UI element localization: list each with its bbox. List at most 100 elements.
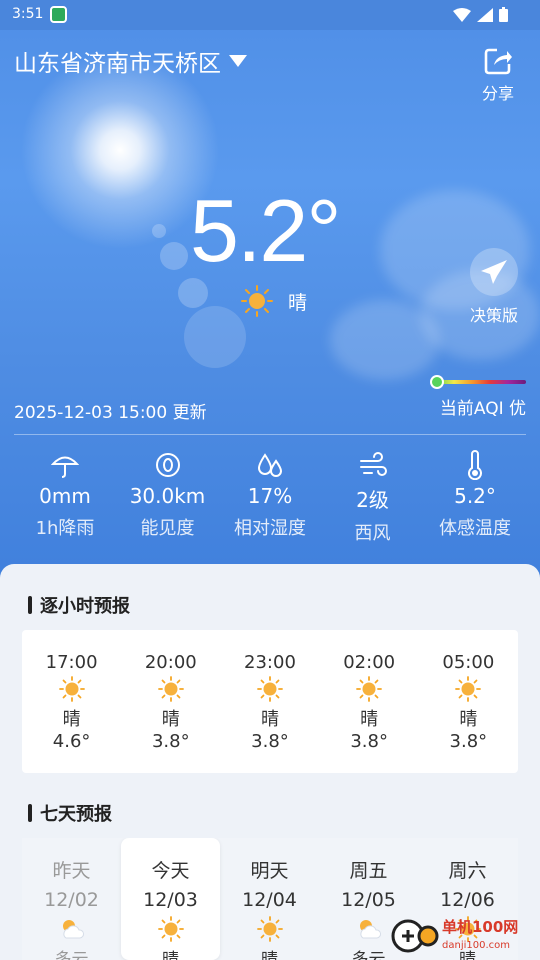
hourly-item: 17:00 晴 4.6° bbox=[27, 652, 117, 773]
metric-label: 体感温度 bbox=[439, 518, 511, 539]
sun-icon bbox=[241, 285, 273, 317]
day-item-today[interactable]: 今天 12/03 晴 bbox=[121, 838, 220, 960]
hour-temp: 3.8° bbox=[350, 731, 388, 752]
watermark-logo-icon bbox=[391, 919, 439, 953]
sun-icon bbox=[256, 916, 283, 942]
hour-temp: 3.8° bbox=[151, 731, 190, 752]
aqi-label: 当前AQI 优 bbox=[439, 399, 526, 419]
day-name: 昨天 bbox=[52, 860, 91, 882]
metric-value: 5.2° bbox=[454, 484, 496, 508]
condition-label: 晴 bbox=[288, 291, 308, 314]
leaf-icon bbox=[430, 375, 444, 389]
status-bar: 3:51 bbox=[0, 0, 540, 30]
metric-feels-like: 5.2° 体感温度 bbox=[424, 450, 526, 545]
thermometer-icon bbox=[468, 450, 482, 480]
metric-rain: 0mm 1h降雨 bbox=[14, 450, 116, 545]
hour-condition: 晴 bbox=[62, 709, 81, 730]
update-time: 2025-12-03 15:00 更新 bbox=[14, 403, 207, 423]
metric-humidity: 17% 相对湿度 bbox=[219, 450, 321, 545]
day-item-yesterday[interactable]: 昨天 12/02 多云 bbox=[22, 838, 121, 960]
day-name: 今天 bbox=[151, 860, 190, 882]
day-name: 周五 bbox=[349, 860, 388, 882]
umbrella-icon bbox=[51, 456, 79, 478]
day-date: 12/05 bbox=[341, 889, 396, 911]
hourly-item: 02:00 晴 3.8° bbox=[324, 652, 414, 773]
sun-icon bbox=[157, 916, 184, 942]
lens-flare bbox=[184, 306, 246, 368]
day-condition: 多云 bbox=[54, 950, 89, 960]
wifi-icon bbox=[453, 7, 471, 22]
day-condition: 晴 bbox=[162, 950, 179, 960]
lens-flare bbox=[178, 278, 208, 308]
metrics-row: 0mm 1h降雨 30.0km 能见度 17% 相对湿度 2级 西风 5.2° … bbox=[14, 450, 526, 545]
sun-icon bbox=[257, 676, 283, 702]
day-condition: 晴 bbox=[261, 950, 278, 960]
metric-value: 2级 bbox=[356, 488, 389, 512]
metric-value: 0mm bbox=[39, 484, 91, 508]
day-name: 明天 bbox=[250, 860, 289, 882]
day-date: 12/04 bbox=[242, 889, 297, 911]
signal-icon bbox=[477, 7, 493, 22]
decision-version-button[interactable]: 决策版 bbox=[469, 248, 518, 326]
title-marker bbox=[28, 804, 32, 822]
hourly-title: 逐小时预报 bbox=[40, 596, 130, 617]
water-drops-icon bbox=[257, 453, 283, 477]
partly-cloudy-icon bbox=[62, 920, 84, 939]
wind-icon bbox=[359, 452, 387, 476]
hour-temp: 3.8° bbox=[449, 731, 488, 752]
eye-icon bbox=[155, 453, 180, 477]
metric-label: 相对湿度 bbox=[234, 518, 306, 539]
share-icon bbox=[484, 48, 512, 75]
hourly-section-title: 逐小时预报 bbox=[28, 592, 130, 618]
metric-label: 西风 bbox=[354, 523, 391, 544]
hourly-item: 20:00 晴 3.8° bbox=[126, 652, 216, 773]
day-date: 12/06 bbox=[440, 889, 495, 911]
hour-condition: 晴 bbox=[260, 709, 279, 730]
location-selector[interactable]: 山东省济南市天桥区 bbox=[14, 44, 247, 78]
watermark-site: danji100.com bbox=[442, 940, 510, 951]
divider bbox=[14, 434, 526, 435]
metric-visibility: 30.0km 能见度 bbox=[117, 450, 219, 545]
metric-value: 17% bbox=[247, 484, 293, 508]
share-label: 分享 bbox=[481, 84, 514, 103]
sun-icon bbox=[58, 676, 85, 702]
weekly-title: 七天预报 bbox=[40, 804, 112, 825]
battery-icon bbox=[499, 7, 508, 22]
decision-label: 决策版 bbox=[469, 306, 518, 325]
aqi-indicator[interactable]: 当前AQI 优 bbox=[430, 375, 526, 419]
hourly-item: 23:00 晴 3.8° bbox=[225, 652, 315, 773]
day-name: 周六 bbox=[448, 860, 487, 882]
sun-icon bbox=[455, 676, 482, 702]
hour-temp: 4.6° bbox=[52, 731, 91, 752]
day-date: 12/02 bbox=[44, 889, 99, 911]
metric-label: 能见度 bbox=[140, 518, 195, 539]
hour-condition: 晴 bbox=[360, 709, 379, 730]
day-item-tomorrow[interactable]: 明天 12/04 晴 bbox=[220, 838, 319, 960]
metric-value: 30.0km bbox=[129, 484, 206, 508]
shield-icon bbox=[50, 6, 67, 23]
watermark-title: 单机100网 bbox=[442, 918, 519, 936]
current-temperature: 5.2° bbox=[190, 181, 342, 280]
partly-cloudy-icon bbox=[359, 920, 381, 939]
lens-flare bbox=[152, 224, 166, 238]
metric-label: 1h降雨 bbox=[35, 518, 95, 539]
hour-time: 02:00 bbox=[343, 652, 396, 673]
sun-icon bbox=[157, 676, 184, 702]
share-button[interactable]: 分享 bbox=[478, 46, 518, 104]
current-condition: 晴 bbox=[240, 284, 307, 318]
location-label: 山东省济南市天桥区 bbox=[14, 51, 221, 77]
hour-time: 23:00 bbox=[244, 652, 296, 673]
hourly-item: 05:00 晴 3.8° bbox=[423, 652, 513, 773]
weekly-section-title: 七天预报 bbox=[28, 800, 112, 826]
hourly-forecast-card[interactable]: 17:00 晴 4.6° 20:00 晴 3.8° 23:00 晴 3.8° 0… bbox=[22, 630, 518, 773]
sun-icon bbox=[356, 676, 383, 702]
dropdown-arrow-icon bbox=[229, 55, 247, 67]
hour-time: 17:00 bbox=[45, 652, 98, 673]
hour-condition: 晴 bbox=[161, 709, 180, 730]
status-time: 3:51 bbox=[12, 6, 44, 22]
title-marker bbox=[28, 596, 32, 614]
hour-time: 20:00 bbox=[144, 652, 197, 673]
paper-plane-icon bbox=[480, 260, 507, 284]
watermark: 单机100网 danji100.com bbox=[390, 910, 540, 960]
hour-time: 05:00 bbox=[442, 652, 495, 673]
